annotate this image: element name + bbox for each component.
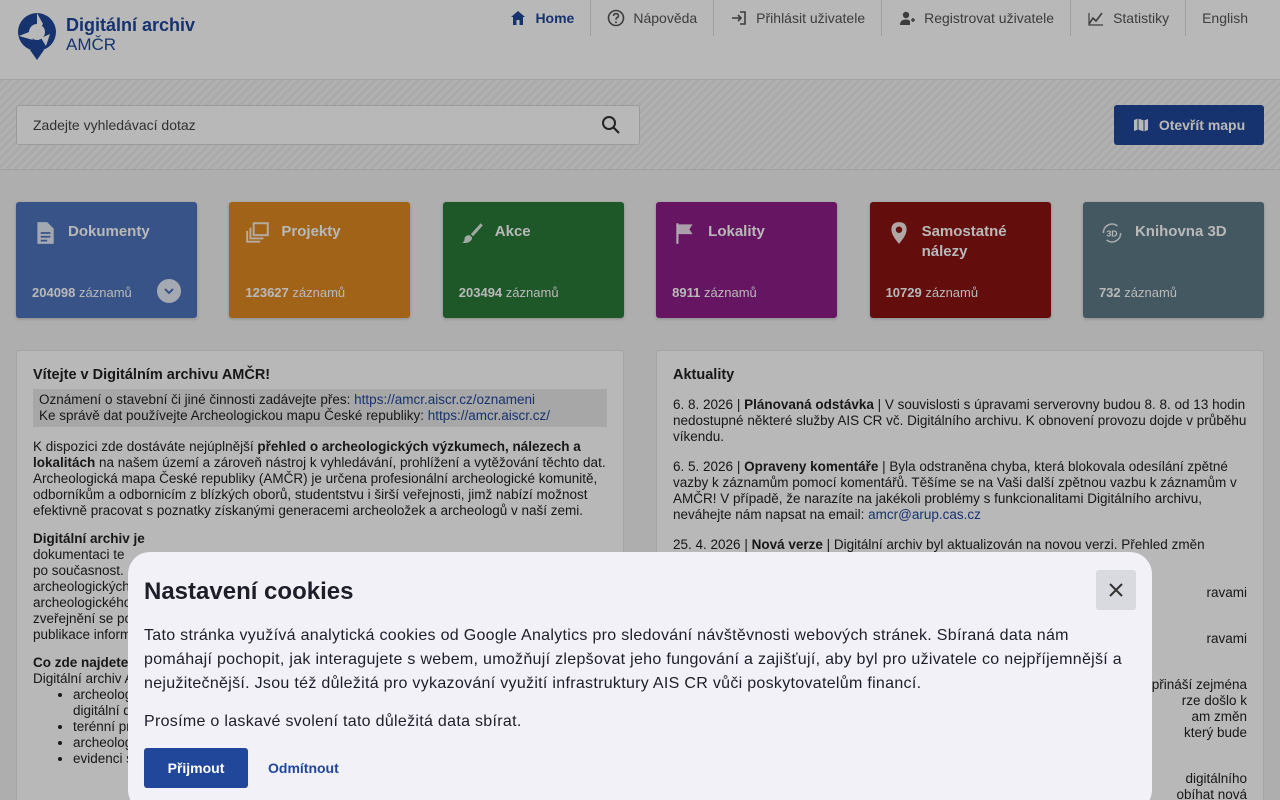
close-icon	[1109, 583, 1123, 597]
cookie-title: Nastavení cookies	[144, 578, 354, 605]
decline-button[interactable]: Odmítnout	[268, 760, 339, 776]
accept-button[interactable]: Přijmout	[144, 748, 248, 788]
cookie-dialog: Nastavení cookies Tato stránka využívá a…	[128, 552, 1152, 800]
cookie-request: Prosíme o laskavé svolení tato důležitá …	[144, 713, 522, 730]
close-button[interactable]	[1096, 570, 1136, 610]
cookie-text: Tato stránka využívá analytická cookies …	[144, 627, 1122, 692]
cookie-actions: Přijmout Odmítnout	[144, 748, 1136, 788]
